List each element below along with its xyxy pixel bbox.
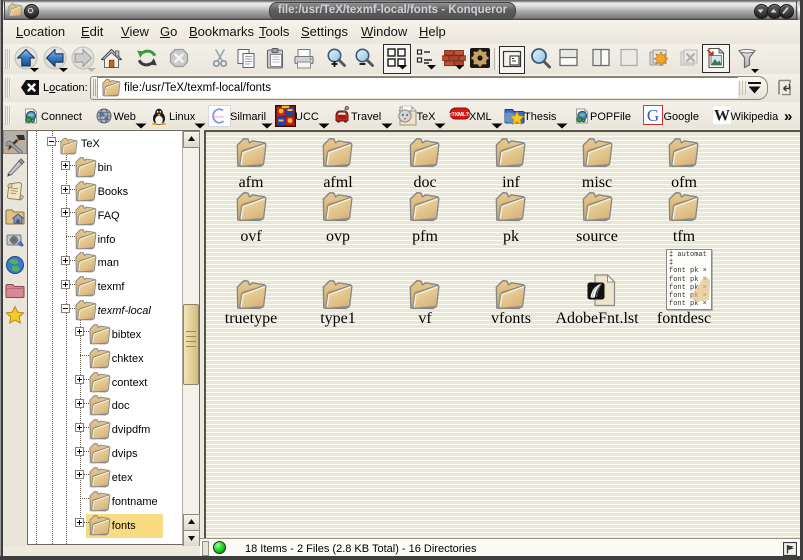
svg-text:silmaril: silmaril (214, 115, 224, 119)
svg-text:W: W (714, 108, 730, 125)
svg-text:<?XML?>: <?XML?> (449, 112, 470, 118)
svg-text:G: G (647, 106, 659, 125)
